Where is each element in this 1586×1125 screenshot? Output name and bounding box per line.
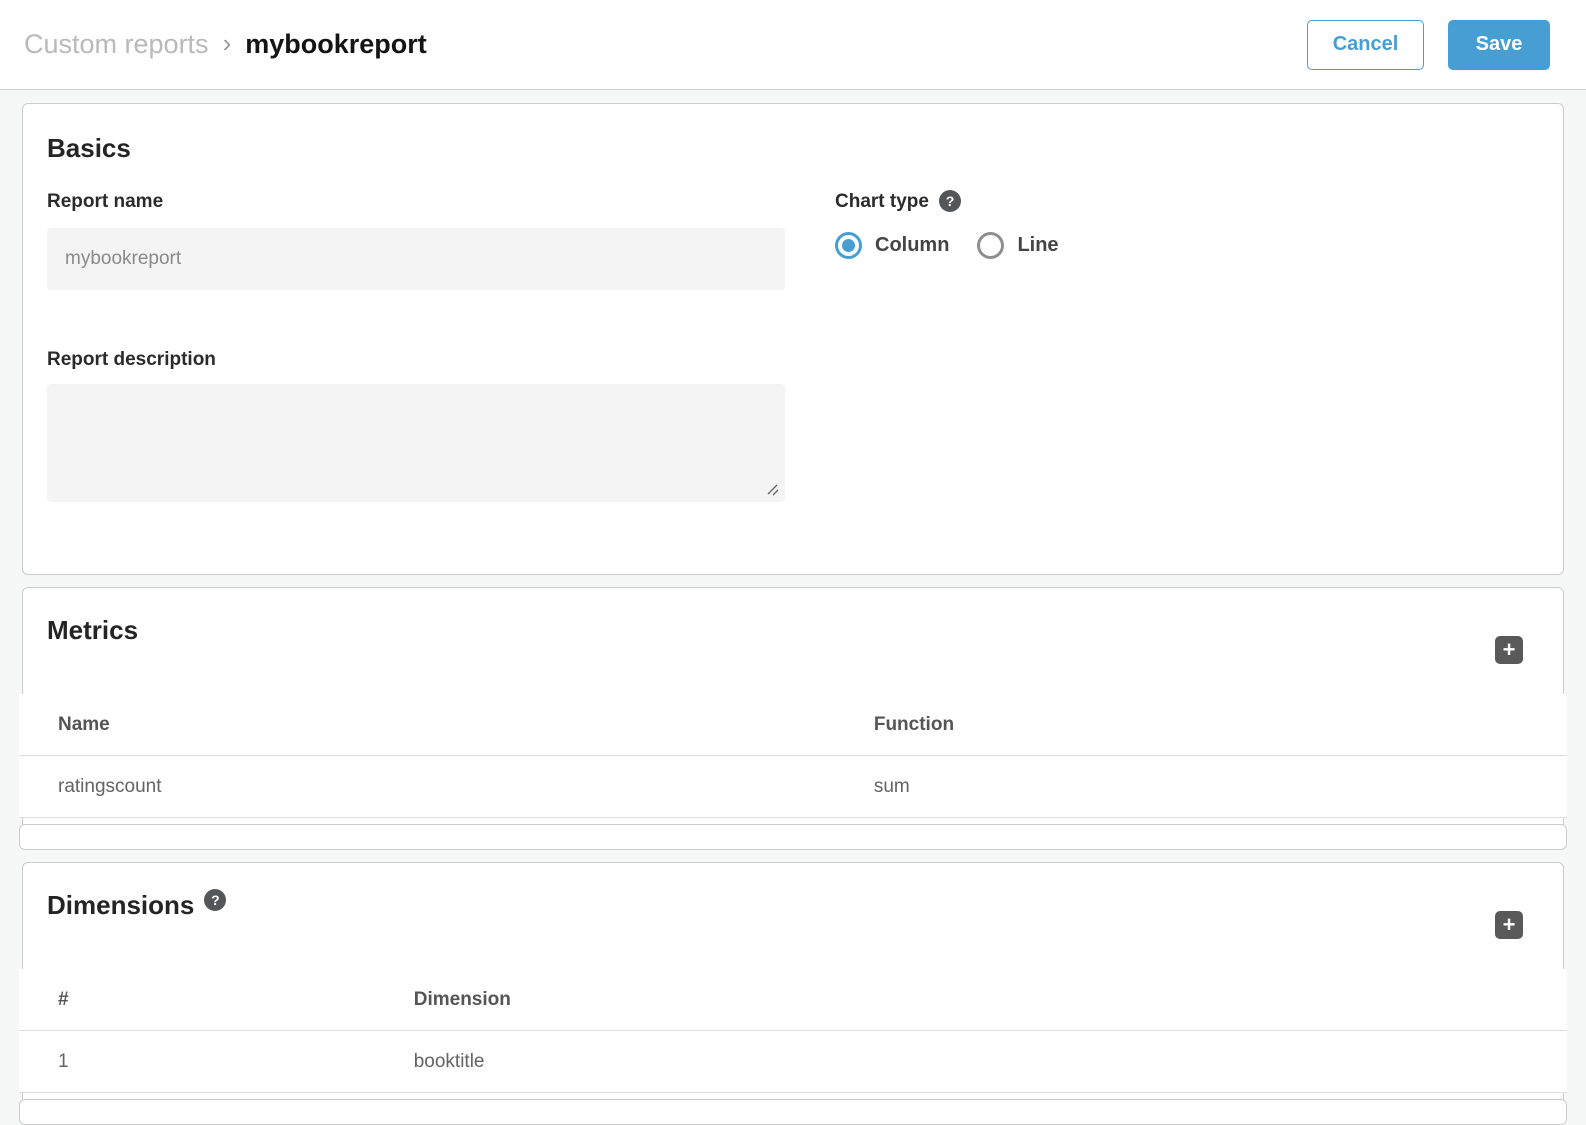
chart-type-option-line[interactable]: Line [977,232,1058,259]
dimensions-help-icon[interactable]: ? [204,889,226,911]
metrics-section: Metrics + Name Function ratingscount sum [22,587,1564,850]
dimensions-table: # Dimension 1 booktitle [19,969,1567,1093]
breadcrumb-current-page: mybookreport [245,29,427,60]
basics-content: Basics Report name Report description [23,104,1563,574]
radio-unselected-icon[interactable] [977,232,1004,259]
chart-type-option-column[interactable]: Column [835,232,949,259]
metrics-column-function: Function [874,714,954,736]
save-button[interactable]: Save [1448,20,1550,70]
chart-type-help-icon[interactable]: ? [939,190,961,212]
metrics-title: Metrics [47,614,138,646]
breadcrumb: Custom reports › mybookreport [24,29,427,60]
dimensions-footer-strip [19,1099,1567,1125]
metrics-header: Metrics + [23,588,1563,694]
metrics-table: Name Function ratingscount sum [19,694,1567,818]
dimensions-table-header: # Dimension [19,969,1567,1031]
chart-type-line-label: Line [1017,234,1058,257]
radio-selected-icon[interactable] [835,232,862,259]
report-name-input[interactable] [47,228,785,290]
breadcrumb-chevron-icon: › [223,28,232,59]
metrics-column-name: Name [58,714,874,736]
add-metric-button[interactable]: + [1495,636,1523,664]
radio-dot [842,239,855,252]
report-description-label: Report description [47,348,785,372]
chart-type-label: Chart type [835,190,929,214]
dimension-index-value: 1 [58,1051,414,1073]
cancel-button[interactable]: Cancel [1307,20,1424,70]
basics-grid: Report name Report description Chart typ… [47,190,1539,502]
dimensions-title: Dimensions [47,889,194,921]
dimension-name-value: booktitle [414,1051,485,1073]
report-description-textarea[interactable] [47,384,785,502]
metric-name-value: ratingscount [58,776,874,798]
chart-type-column-label: Column [875,234,949,257]
dimensions-title-row: Dimensions ? [47,889,226,921]
dimensions-column-dimension: Dimension [414,989,511,1011]
basics-section: Basics Report name Report description [22,103,1564,575]
chart-type-radio-group: Column Line [835,232,1539,259]
breadcrumb-parent-link[interactable]: Custom reports [24,29,209,60]
basics-right-column: Chart type ? Column Line [835,190,1539,502]
metric-function-value: sum [874,776,910,798]
report-name-label: Report name [47,190,785,214]
basics-title: Basics [47,132,1539,164]
dimensions-column-index: # [58,989,414,1011]
report-editor-page: Basics Report name Report description [0,90,1586,1125]
header-actions: Cancel Save [1307,20,1550,70]
dimensions-section: Dimensions ? + # Dimension 1 booktitle [22,862,1564,1125]
dimensions-table-row[interactable]: 1 booktitle [19,1031,1567,1093]
metrics-table-header: Name Function [19,694,1567,756]
metrics-table-row[interactable]: ratingscount sum [19,756,1567,818]
metrics-footer-strip [19,824,1567,850]
dimensions-header: Dimensions ? + [23,863,1563,969]
top-header: Custom reports › mybookreport Cancel Sav… [0,0,1586,90]
report-description-wrap [47,384,785,502]
add-dimension-button[interactable]: + [1495,911,1523,939]
basics-left-column: Report name Report description [47,190,785,502]
chart-type-label-row: Chart type ? [835,190,1539,214]
